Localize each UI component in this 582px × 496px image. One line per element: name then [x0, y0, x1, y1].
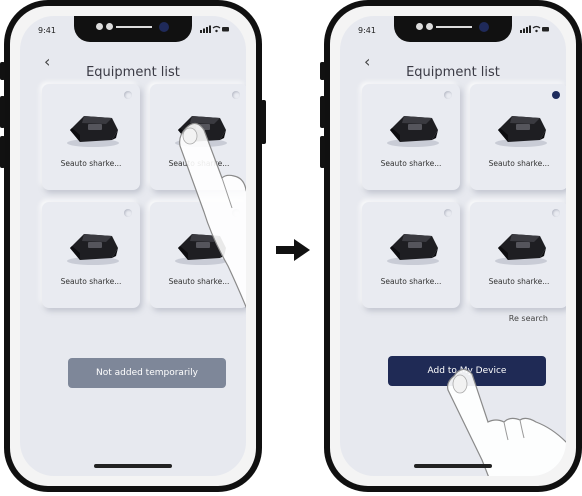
camera-icon — [479, 22, 489, 32]
side-button — [320, 96, 325, 128]
device-name: Seauto sharke... — [488, 159, 550, 168]
device-card[interactable]: Seauto sharke... — [470, 84, 566, 190]
device-name: Seauto sharke... — [60, 277, 122, 286]
device-name: Seauto sharke... — [380, 159, 442, 168]
device-card[interactable]: Seauto sharke... — [42, 202, 140, 308]
robot-cleaner-icon — [67, 234, 119, 265]
device-name: Seauto sharke... — [488, 277, 550, 286]
select-radio[interactable] — [444, 91, 452, 99]
select-radio[interactable] — [232, 91, 240, 99]
re-search-link[interactable]: Re search — [509, 314, 548, 323]
device-name: Seauto sharke... — [380, 277, 442, 286]
device-card[interactable]: Seauto sharke... — [362, 202, 460, 308]
notch — [394, 16, 512, 42]
device-card[interactable]: Seauto sharke... — [362, 84, 460, 190]
device-card[interactable]: Seauto sharke... — [42, 84, 140, 190]
select-radio[interactable] — [124, 209, 132, 217]
arrow-right-icon — [276, 239, 310, 261]
status-time: 9:41 — [358, 26, 376, 35]
signal-wifi-battery-icon — [520, 25, 549, 33]
select-radio-selected[interactable] — [552, 91, 560, 99]
side-button — [0, 136, 5, 168]
select-radio[interactable] — [444, 209, 452, 217]
status-time: 9:41 — [38, 26, 56, 35]
select-radio[interactable] — [124, 91, 132, 99]
device-name: Seauto sharke... — [60, 159, 122, 168]
robot-cleaner-icon — [387, 234, 439, 265]
select-radio[interactable] — [552, 209, 560, 217]
not-added-button[interactable]: Not added temporarily — [68, 358, 226, 388]
side-button — [320, 136, 325, 168]
notch — [74, 16, 192, 42]
status-icons — [200, 25, 230, 35]
pointing-hand-icon — [447, 368, 566, 476]
phone-bezel: 9:41 ‹ Equipment list Seauto sharke... S… — [10, 6, 256, 486]
right-screen: 9:41 ‹ Equipment list Seauto sharke... S… — [340, 16, 566, 476]
signal-wifi-battery-icon — [200, 25, 229, 33]
robot-cleaner-icon — [495, 234, 547, 265]
device-card[interactable]: Seauto sharke... — [470, 202, 566, 308]
status-icons — [520, 25, 550, 35]
side-button — [0, 62, 5, 80]
robot-cleaner-icon — [495, 116, 547, 147]
side-button — [0, 96, 5, 128]
pointing-hand-icon — [179, 122, 246, 309]
robot-cleaner-icon — [67, 116, 119, 147]
page-title: Equipment list — [86, 65, 180, 80]
side-button — [261, 100, 266, 144]
left-phone-frame: 9:41 ‹ Equipment list Seauto sharke... S… — [0, 0, 266, 492]
home-indicator — [94, 464, 172, 468]
side-button — [320, 62, 325, 80]
page-title: Equipment list — [406, 65, 500, 80]
camera-icon — [159, 22, 169, 32]
phone-bezel: 9:41 ‹ Equipment list Seauto sharke... S… — [330, 6, 576, 486]
robot-cleaner-icon — [387, 116, 439, 147]
left-screen: 9:41 ‹ Equipment list Seauto sharke... S… — [20, 16, 246, 476]
right-phone-frame: 9:41 ‹ Equipment list Seauto sharke... S… — [320, 0, 582, 492]
home-indicator — [414, 464, 492, 468]
